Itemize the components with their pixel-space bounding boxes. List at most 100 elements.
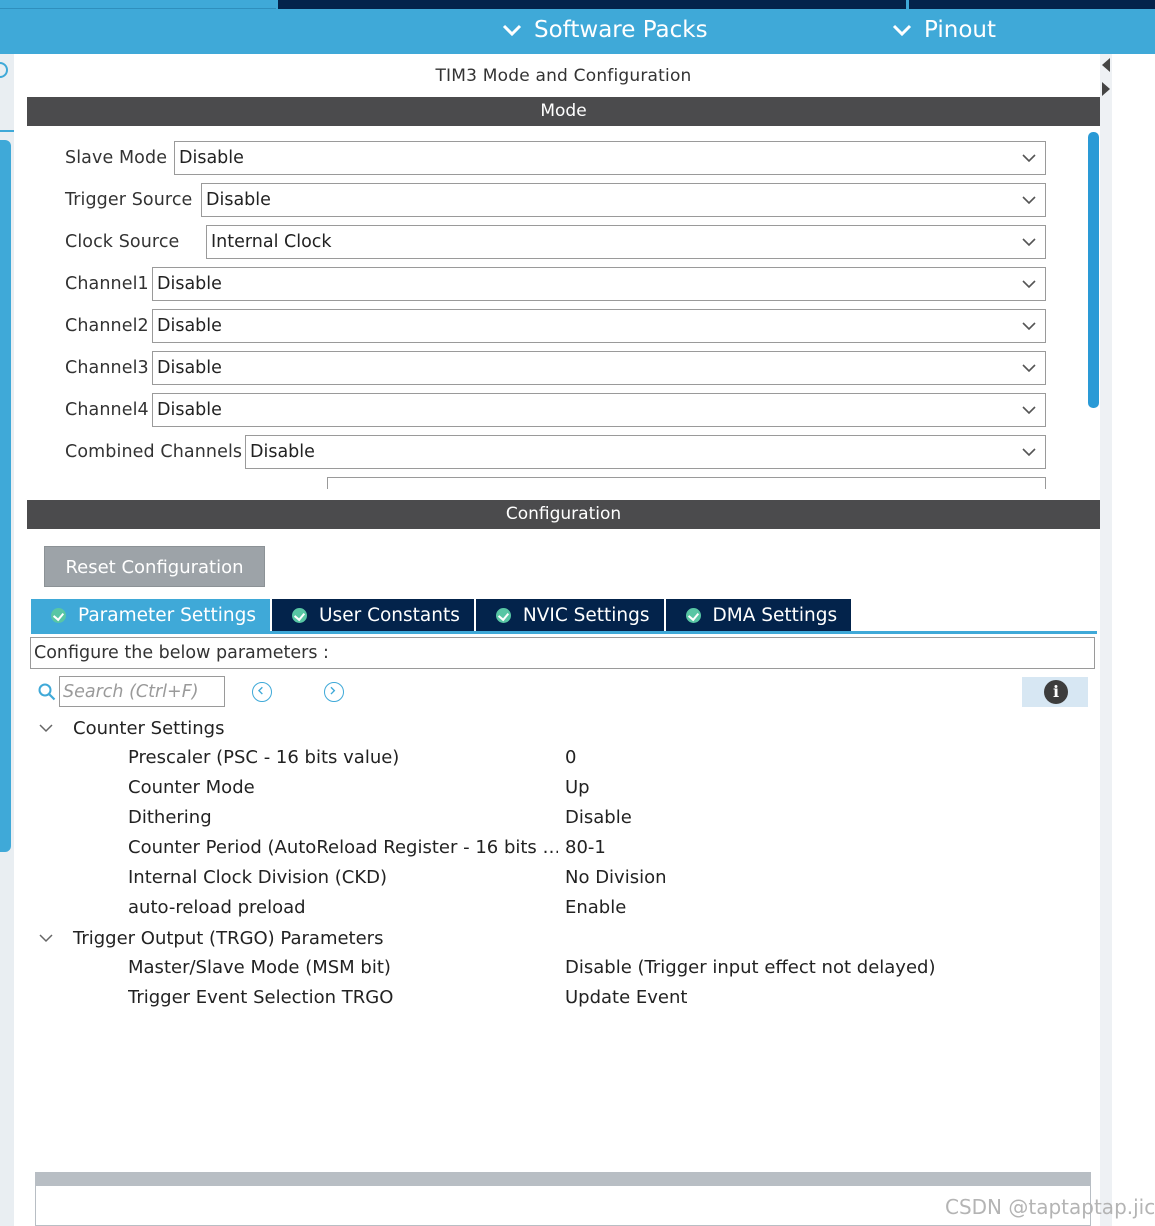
select-value: Disable xyxy=(157,358,222,378)
mode-section-header: Mode xyxy=(27,97,1100,126)
parameter-value[interactable]: Up xyxy=(565,777,590,798)
tab-label: DMA Settings xyxy=(712,604,838,626)
menu-pinout-label: Pinout xyxy=(924,17,996,43)
parameter-row[interactable]: auto-reload preload Enable xyxy=(30,893,1095,923)
config-tabs: Parameter Settings User Constants NVIC S… xyxy=(31,599,853,631)
parameter-row[interactable]: Dithering Disable xyxy=(30,803,1095,833)
channel1-select[interactable]: Disable xyxy=(152,267,1046,301)
group-trigger-output[interactable]: Trigger Output (TRGO) Parameters xyxy=(30,923,383,953)
info-icon: i xyxy=(1044,680,1068,704)
next-match-button[interactable] xyxy=(324,682,344,702)
previous-match-button[interactable] xyxy=(252,682,272,702)
select-value: Disable xyxy=(250,442,315,462)
parameter-value[interactable]: 0 xyxy=(565,747,576,768)
chevron-down-icon xyxy=(39,934,53,943)
tab-label: User Constants xyxy=(319,604,460,626)
group-counter-settings[interactable]: Counter Settings xyxy=(30,713,224,743)
parameter-value[interactable]: Disable xyxy=(565,807,632,828)
tab-user-constants[interactable]: User Constants xyxy=(272,599,474,631)
mode-label: Channel4 xyxy=(65,400,149,420)
select-value: Disable xyxy=(179,148,244,168)
trigger-source-select[interactable]: Disable xyxy=(201,183,1046,217)
tab-label: Parameter Settings xyxy=(78,604,257,626)
parameter-row[interactable]: Internal Clock Division (CKD) No Divisio… xyxy=(30,863,1095,893)
chevron-down-icon xyxy=(1022,238,1036,247)
select-value: Internal Clock xyxy=(211,232,332,252)
parameter-name: Prescaler (PSC - 16 bits value) xyxy=(128,747,400,768)
left-side-rail xyxy=(0,54,14,1226)
parameter-row[interactable]: Trigger Event Selection TRGO Update Even… xyxy=(30,983,1095,1013)
check-circle-icon xyxy=(51,607,66,623)
info-button[interactable]: i xyxy=(1022,677,1088,707)
chevron-down-icon xyxy=(1022,406,1036,415)
parameter-value[interactable]: Update Event xyxy=(565,987,687,1008)
parameter-row[interactable]: Prescaler (PSC - 16 bits value) 0 xyxy=(30,743,1095,773)
configuration-section-header: Configuration xyxy=(27,500,1100,529)
chevron-down-icon xyxy=(1022,364,1036,373)
chevron-down-icon xyxy=(39,724,53,733)
channel4-select[interactable]: Disable xyxy=(152,393,1046,427)
select-value: Disable xyxy=(157,316,222,336)
mode-label: Channel1 xyxy=(65,274,149,294)
top-strip-segment xyxy=(0,0,276,9)
check-circle-icon xyxy=(292,607,308,623)
combined-channels-select[interactable]: Disable xyxy=(245,435,1046,469)
parameter-value[interactable]: 80-1 xyxy=(565,837,606,858)
channel3-select[interactable]: Disable xyxy=(152,351,1046,385)
chevron-down-icon xyxy=(892,24,912,37)
slave-mode-select[interactable]: Disable xyxy=(174,141,1046,175)
menu-software-packs[interactable]: Software Packs xyxy=(502,17,708,43)
chevron-down-icon xyxy=(1022,196,1036,205)
parameter-row[interactable]: Master/Slave Mode (MSM bit) Disable (Tri… xyxy=(30,953,1095,983)
search-input[interactable]: Search (Ctrl+F) xyxy=(59,676,225,707)
parameter-row[interactable]: Counter Mode Up xyxy=(30,773,1095,803)
mode-label: Trigger Source xyxy=(65,190,193,210)
group-title: Counter Settings xyxy=(73,717,225,739)
parameter-name: Dithering xyxy=(128,807,212,828)
collapse-arrows-icon[interactable] xyxy=(1100,56,1112,100)
panel-title: TIM3 Mode and Configuration xyxy=(27,54,1100,97)
watermark-text: CSDN @taptaptap.jic xyxy=(945,1195,1155,1219)
channel2-select[interactable]: Disable xyxy=(152,309,1046,343)
select-value: Disable xyxy=(206,190,271,210)
mode-row-channel2: Channel2 xyxy=(65,309,149,343)
mode-row-combined-channels: Combined Channels xyxy=(65,435,242,469)
parameter-name: Counter Mode xyxy=(128,777,255,798)
gear-icon[interactable] xyxy=(0,62,8,78)
select-value: Disable xyxy=(157,400,222,420)
mode-row-slave-mode: Slave Mode xyxy=(65,141,167,175)
top-menu-bar: Software Packs Pinout xyxy=(0,0,1155,54)
mode-label: Slave Mode xyxy=(65,148,168,168)
app-window: Software Packs Pinout TIM3 Mode and Conf… xyxy=(0,0,1155,1226)
chevron-down-icon xyxy=(502,24,522,37)
check-circle-icon xyxy=(685,607,701,623)
tab-parameter-settings[interactable]: Parameter Settings xyxy=(31,599,271,631)
right-edge xyxy=(1100,54,1112,1226)
chevron-down-icon xyxy=(1022,154,1036,163)
left-scrollbar[interactable] xyxy=(0,140,11,852)
search-icon xyxy=(38,683,56,701)
mode-scrollbar[interactable] xyxy=(1088,132,1099,408)
parameter-row[interactable]: Counter Period (AutoReload Register - 16… xyxy=(30,833,1095,863)
mode-label: Clock Source xyxy=(65,232,180,252)
top-strip-segment xyxy=(278,0,906,9)
check-circle-icon xyxy=(495,607,511,623)
tab-dma-settings[interactable]: DMA Settings xyxy=(665,599,852,631)
parameter-name: Counter Period (AutoReload Register - 16… xyxy=(128,837,558,858)
parameter-value[interactable]: No Division xyxy=(565,867,667,888)
parameter-value[interactable]: Enable xyxy=(565,897,626,918)
parameter-value[interactable]: Disable (Trigger input effect not delaye… xyxy=(565,957,935,978)
reset-configuration-button[interactable]: Reset Configuration xyxy=(44,546,265,587)
group-title: Trigger Output (TRGO) Parameters xyxy=(73,927,384,949)
parameter-name: auto-reload preload xyxy=(128,897,306,918)
menu-pinout[interactable]: Pinout xyxy=(892,17,996,43)
chevron-down-icon xyxy=(1022,322,1036,331)
tab-label: NVIC Settings xyxy=(522,604,650,626)
clipped-mode-select[interactable] xyxy=(327,477,1046,489)
mode-label: Channel3 xyxy=(65,358,149,378)
mode-row-clock-source: Clock Source xyxy=(65,225,179,259)
tab-nvic-settings[interactable]: NVIC Settings xyxy=(475,599,664,631)
tab-underline xyxy=(31,631,1097,634)
parameter-name: Internal Clock Division (CKD) xyxy=(128,867,388,888)
clock-source-select[interactable]: Internal Clock xyxy=(206,225,1046,259)
